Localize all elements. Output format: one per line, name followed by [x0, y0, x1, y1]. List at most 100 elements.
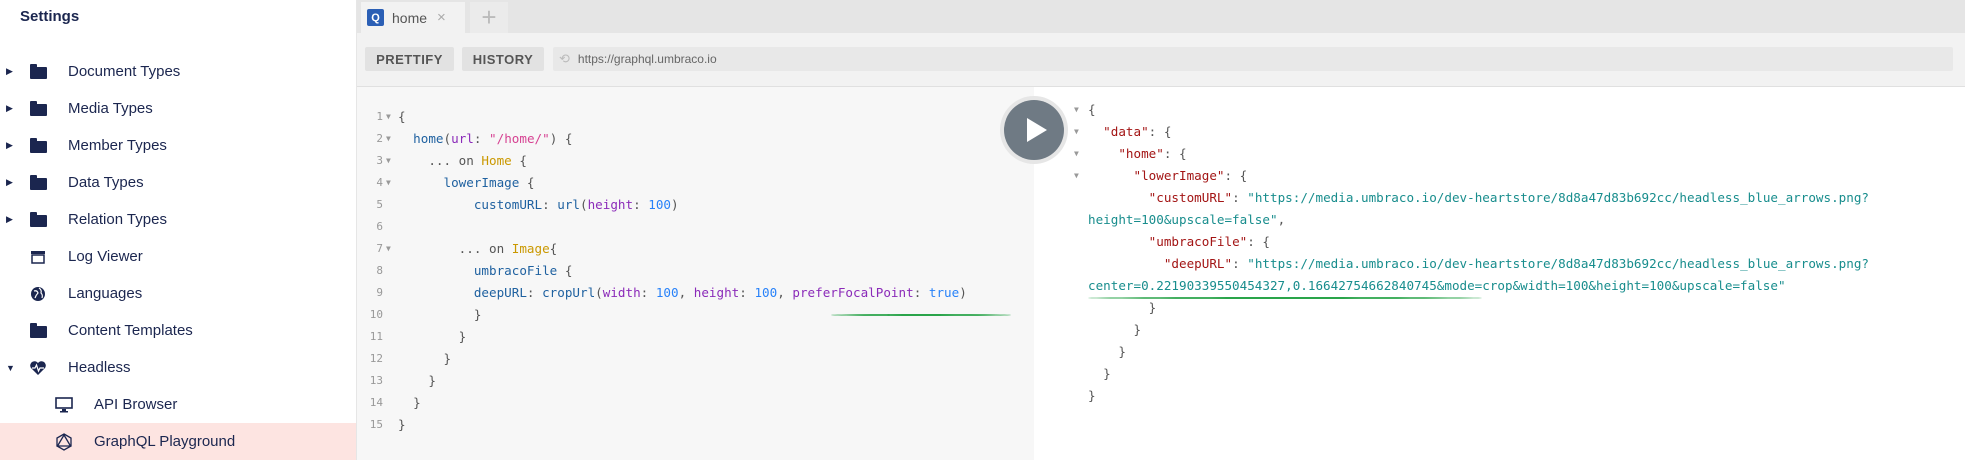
- sidebar-item-label: Languages: [68, 285, 143, 302]
- globe-icon: [26, 285, 50, 303]
- expand-caret-icon[interactable]: ▶: [6, 177, 16, 188]
- code-line: }: [398, 351, 452, 366]
- query-editor[interactable]: 1 ▼{ 2 ▼ home(url: "/home/") { 3 ▼ ... on H…: [357, 87, 1034, 460]
- sidebar-item-label: Member Types: [68, 137, 167, 154]
- execute-query-button[interactable]: [1004, 100, 1064, 160]
- result-line: "lowerImage": {: [1133, 168, 1248, 183]
- sidebar-item-label: Headless: [68, 359, 131, 376]
- tab-strip: Q home × +: [357, 0, 1965, 33]
- close-icon[interactable]: ×: [437, 9, 446, 26]
- result-line: "customURL": "https://media.umbraco.io/d…: [1148, 190, 1869, 205]
- fold-icon[interactable]: ▼: [1074, 143, 1079, 165]
- folder-icon: [26, 100, 50, 118]
- line-number: 8: [376, 264, 383, 277]
- code-line: }: [398, 329, 467, 344]
- result-line: {: [1088, 102, 1096, 117]
- result-line: }: [1088, 388, 1096, 403]
- query-badge-icon: Q: [367, 9, 384, 26]
- log-icon: [26, 248, 50, 266]
- folder-icon: [26, 174, 50, 192]
- sidebar-item-label: Document Types: [68, 63, 181, 80]
- result-line: "deepURL": "https://media.umbraco.io/dev…: [1163, 256, 1869, 271]
- expand-caret-icon[interactable]: ▶: [6, 103, 16, 114]
- sidebar-item-media-types[interactable]: ▶ Media Types: [0, 90, 356, 127]
- code-line: }: [398, 417, 406, 432]
- fold-icon[interactable]: ▼: [386, 238, 391, 260]
- sidebar-item-api-browser[interactable]: API Browser: [0, 386, 356, 423]
- code-line: deepURL: cropUrl(width: 100, height: 100…: [473, 285, 967, 300]
- code-line: home(url: "/home/") {: [413, 131, 573, 146]
- sidebar-item-languages[interactable]: Languages: [0, 275, 356, 312]
- expand-caret-icon[interactable]: ▶: [6, 140, 16, 151]
- line-number: 1: [376, 110, 383, 123]
- line-number: 2: [376, 132, 383, 145]
- line-number: 13: [369, 374, 383, 387]
- sidebar-item-relation-types[interactable]: ▶ Relation Types: [0, 201, 356, 238]
- sidebar-item-data-types[interactable]: ▶ Data Types: [0, 164, 356, 201]
- sidebar-item-headless[interactable]: ▼ Headless: [0, 349, 356, 386]
- result-line: "home": {: [1118, 146, 1187, 161]
- play-icon: [1026, 118, 1047, 142]
- endpoint-url: https://graphql.umbraco.io: [577, 52, 717, 66]
- sidebar-item-member-types[interactable]: ▶ Member Types: [0, 127, 356, 164]
- line-number: 15: [369, 418, 383, 431]
- tab-home[interactable]: Q home ×: [361, 2, 465, 33]
- sidebar-item-label: Data Types: [68, 174, 144, 191]
- fold-icon[interactable]: ▼: [1074, 99, 1079, 121]
- fold-icon[interactable]: ▼: [386, 150, 391, 172]
- code-line: }: [398, 307, 482, 322]
- code-line: umbracoFile {: [473, 263, 573, 278]
- result-line: "umbracoFile": {: [1148, 234, 1270, 249]
- fold-icon[interactable]: ▼: [1074, 165, 1079, 187]
- sidebar-item-label: Log Viewer: [68, 248, 143, 265]
- heart-icon: [26, 359, 50, 377]
- code-line: customURL: url(height: 100): [473, 197, 679, 212]
- result-line: }: [1088, 322, 1142, 337]
- toolbar: PRETTIFY HISTORY ⟲ https://graphql.umbra…: [357, 33, 1965, 87]
- collapse-caret-icon[interactable]: ▼: [6, 363, 16, 373]
- fold-icon[interactable]: ▼: [1074, 121, 1079, 143]
- sidebar-item-label: API Browser: [94, 396, 178, 413]
- line-number: 10: [369, 308, 383, 321]
- fold-icon[interactable]: ▼: [386, 128, 391, 150]
- line-number: 3: [376, 154, 383, 167]
- line-number: 7: [376, 242, 383, 255]
- annotation-underline: [831, 314, 1011, 316]
- line-number: 11: [369, 330, 383, 343]
- code-line: lowerImage {: [443, 175, 535, 190]
- folder-icon: [26, 63, 50, 81]
- folder-icon: [26, 211, 50, 229]
- code-line: }: [398, 373, 436, 388]
- fold-icon[interactable]: ▼: [386, 106, 391, 128]
- folder-icon: [26, 137, 50, 155]
- sidebar-item-label: Relation Types: [68, 211, 167, 228]
- line-number: 6: [376, 220, 383, 233]
- add-tab-button[interactable]: +: [470, 2, 508, 33]
- sidebar-item-label: Content Templates: [68, 322, 193, 339]
- expand-caret-icon[interactable]: ▶: [6, 66, 16, 77]
- line-number: 5: [376, 198, 383, 211]
- sidebar-item-graphql-playground[interactable]: GraphQL Playground: [0, 423, 356, 460]
- sidebar-item-log-viewer[interactable]: Log Viewer: [0, 238, 356, 275]
- sidebar-item-document-types[interactable]: ▶ Document Types: [0, 53, 356, 90]
- code-line: }: [398, 395, 421, 410]
- folder-icon: [26, 322, 50, 340]
- line-number: 14: [369, 396, 383, 409]
- fold-icon[interactable]: ▼: [386, 172, 391, 194]
- graphql-icon: [52, 432, 76, 451]
- line-number: 9: [376, 286, 383, 299]
- code-line: ... on Home {: [398, 153, 527, 168]
- expand-caret-icon[interactable]: ▶: [6, 214, 16, 225]
- code-line: ... on Image{: [398, 241, 558, 256]
- result-line: "data": {: [1103, 124, 1172, 139]
- annotation-underline: [1088, 297, 1482, 299]
- code-line: {: [398, 109, 406, 124]
- history-button[interactable]: HISTORY: [462, 47, 544, 71]
- reload-icon[interactable]: ⟲: [559, 51, 570, 67]
- result-line: center=0.22190339550454327,0.16642754662…: [1088, 278, 1786, 293]
- sidebar-item-content-templates[interactable]: Content Templates: [0, 312, 356, 349]
- monitor-icon: [52, 396, 76, 414]
- prettify-button[interactable]: PRETTIFY: [365, 47, 454, 71]
- line-number: 12: [369, 352, 383, 365]
- endpoint-url-input[interactable]: ⟲ https://graphql.umbraco.io: [553, 47, 1953, 71]
